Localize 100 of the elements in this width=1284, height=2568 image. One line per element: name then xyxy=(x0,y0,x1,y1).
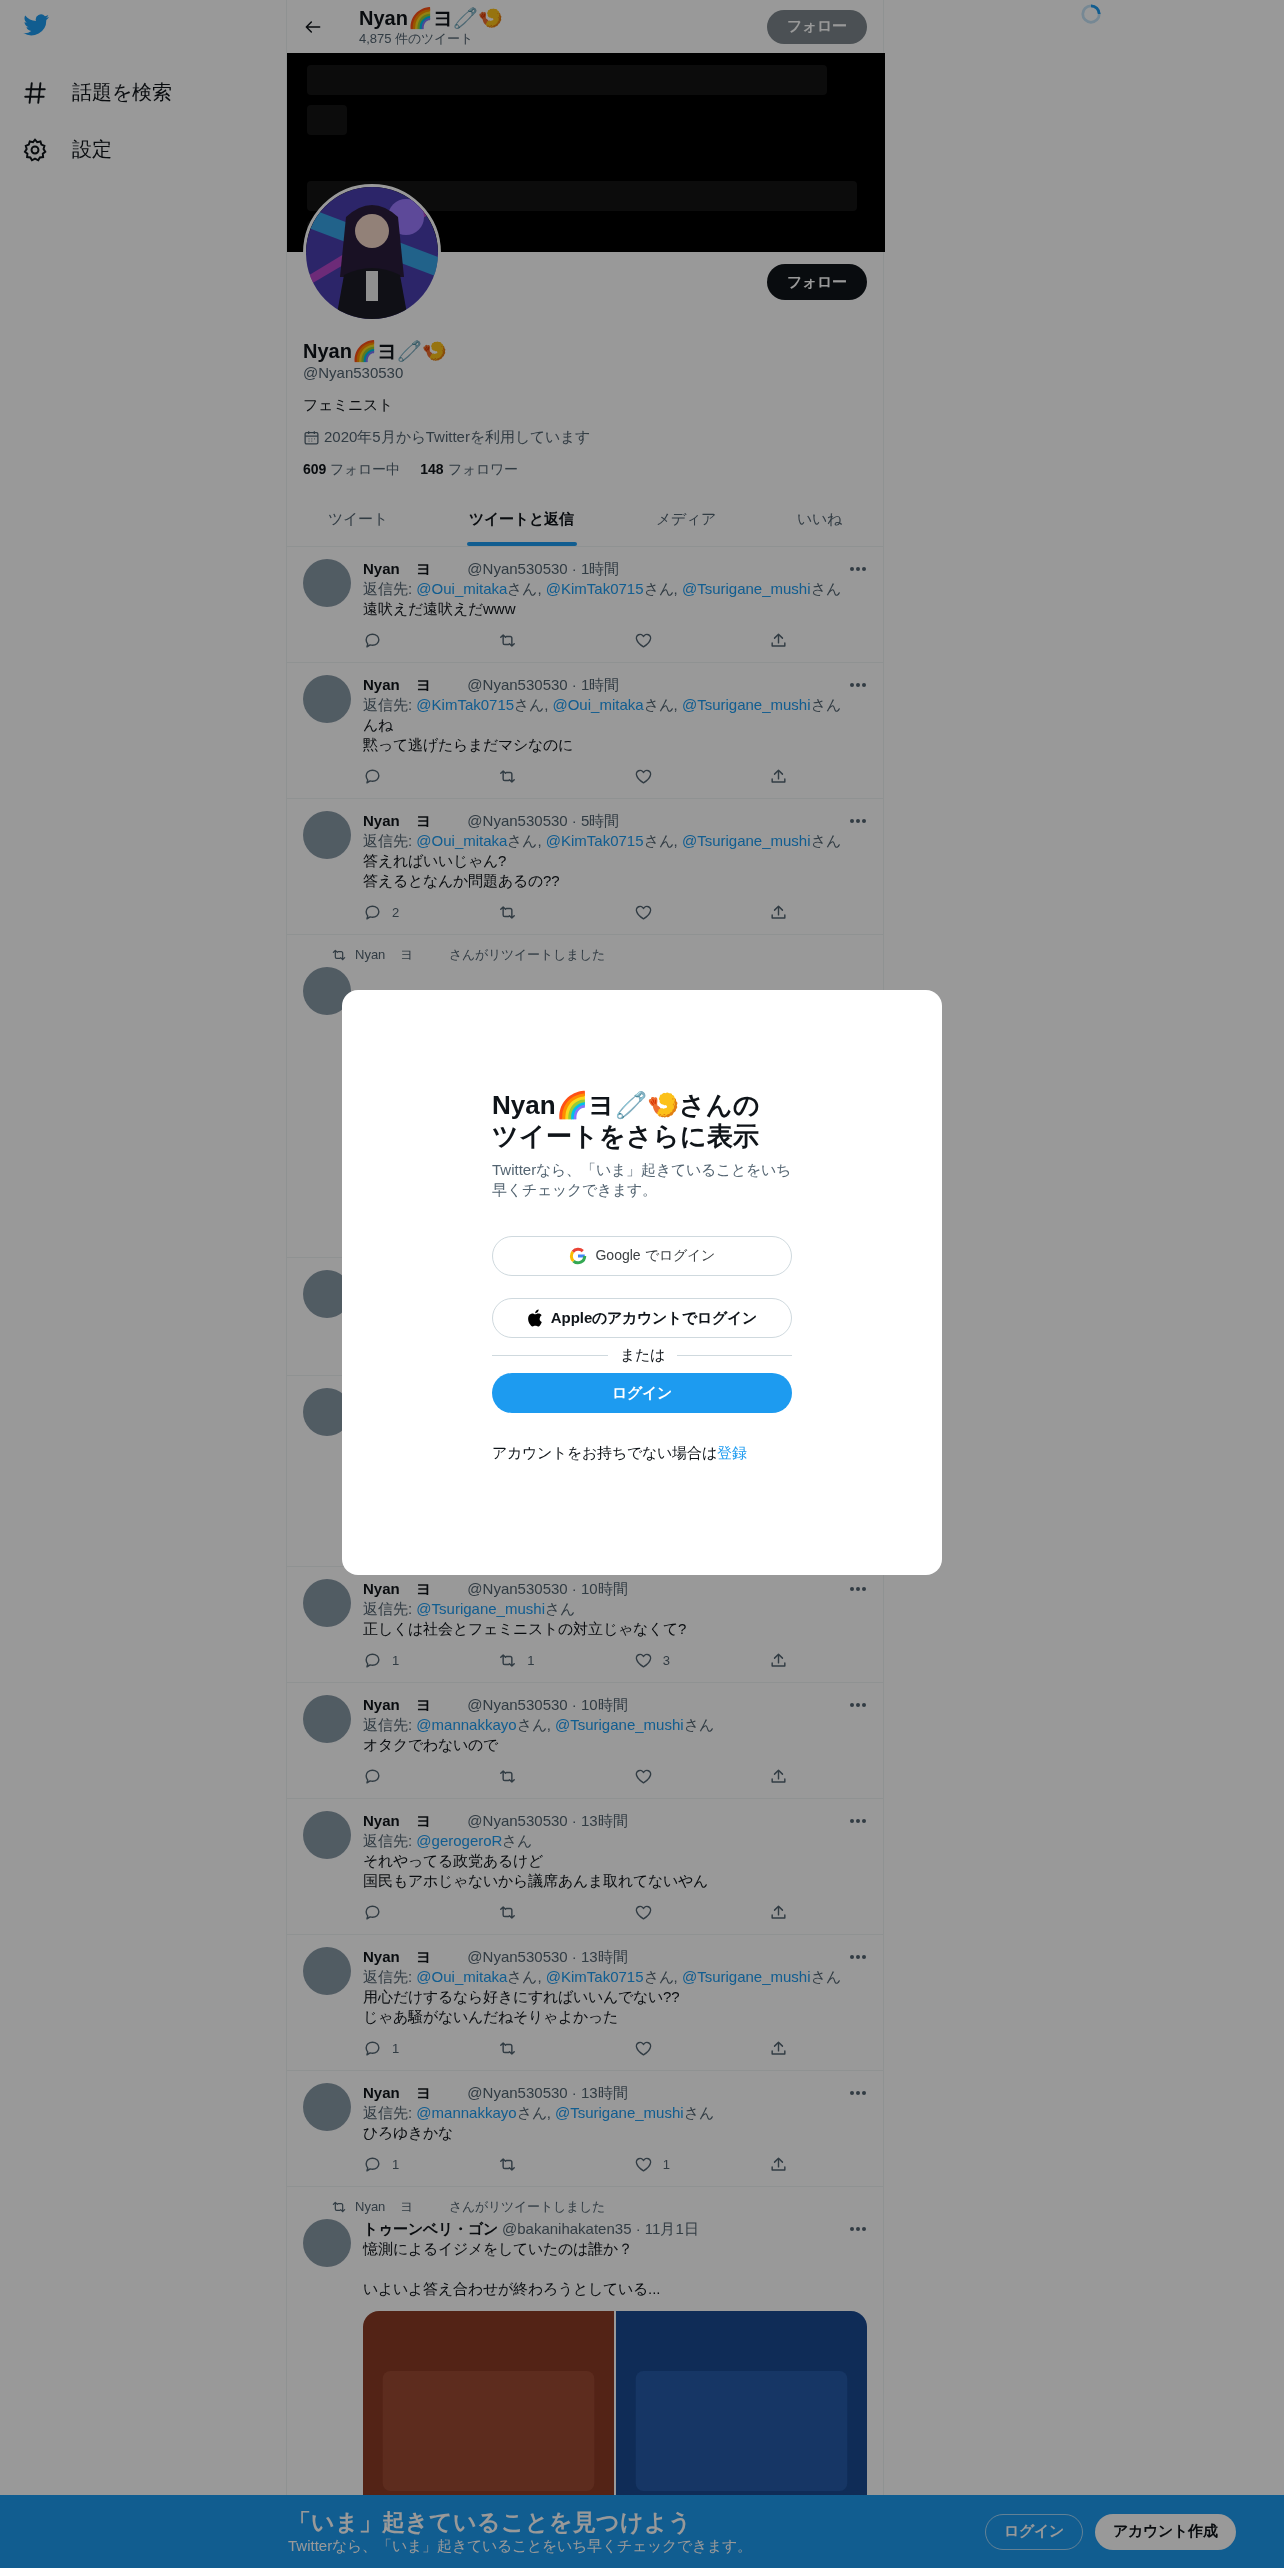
apple-login-button[interactable]: Appleのアカウントでログイン xyxy=(492,1298,792,1338)
more-icon[interactable] xyxy=(849,2090,867,2096)
tweet-text: オタクでわないので xyxy=(363,1735,499,1755)
count: 1 xyxy=(527,1653,535,1668)
tweet-meta: @Nyan530530 · 10時間 xyxy=(467,1695,629,1715)
author-name: Nyan ヨ xyxy=(363,811,432,831)
mention-link[interactable]: @Tsurigane_mushi xyxy=(681,696,811,713)
more-icon[interactable] xyxy=(849,1818,867,1824)
tweet-text: 国民もアホじゃないから議席あんま取れてないやん xyxy=(363,1871,709,1891)
author-name: Nyan ヨ xyxy=(363,1811,432,1831)
retweet-icon xyxy=(498,767,518,786)
mention-link[interactable]: @mannakkayo xyxy=(416,2104,517,2121)
like-icon xyxy=(633,767,653,786)
more-icon[interactable] xyxy=(849,2226,867,2232)
like-icon xyxy=(633,1767,653,1786)
tweet-text: じゃあ騒がないんだねそりゃよかった xyxy=(363,2007,619,2027)
followers-link[interactable]: 148 フォロワー xyxy=(420,459,518,479)
tweet-meta: @Nyan530530 · 13時間 xyxy=(467,1947,629,1967)
mention-link[interactable]: @KimTak0715 xyxy=(545,580,644,597)
reply-icon xyxy=(363,2155,382,2174)
following-link[interactable]: 609 フォロー中 xyxy=(303,459,401,479)
mention-link[interactable]: @KimTak0715 xyxy=(545,832,644,849)
bird-logo-icon[interactable] xyxy=(22,14,50,38)
more-icon[interactable] xyxy=(849,1586,867,1592)
share-icon xyxy=(769,1651,788,1670)
more-icon[interactable] xyxy=(849,818,867,824)
author-name: トゥーンベリ・ゴン xyxy=(363,2219,498,2239)
retweet-icon xyxy=(498,1767,518,1786)
mention-link[interactable]: @gerogeroR xyxy=(416,1832,503,1849)
reply-to-line: 返信先: @mannakkayoさん, @Tsurigane_mushiさん xyxy=(363,1715,715,1735)
tweet-text: 憶測によるイジメをしていたのは誰か？ xyxy=(363,2239,634,2259)
google-login-button[interactable]: Google でログイン xyxy=(492,1236,792,1276)
reply-icon xyxy=(363,631,382,650)
signup-link[interactable]: 登録 xyxy=(717,1444,747,1461)
author-name: Nyan ヨ xyxy=(363,1695,432,1715)
follow-button[interactable]: フォロー xyxy=(767,264,867,300)
count: 1 xyxy=(662,2157,670,2172)
profile-tab[interactable]: メディア xyxy=(615,493,757,546)
count: 1 xyxy=(392,2157,400,2172)
tweet-meta: @Nyan530530 · 5時間 xyxy=(467,811,621,831)
tweet-text: それやってる政党あるけど xyxy=(363,1851,544,1871)
login-button[interactable]: ログイン xyxy=(492,1373,792,1413)
divider-label: または xyxy=(619,1346,665,1365)
author-name: Nyan ヨ xyxy=(363,1947,432,1967)
tweet-meta: @bakanihakaten35 · 11月1日 xyxy=(502,2219,700,2239)
like-icon xyxy=(633,631,653,650)
tweet-text: ひろゆきかな xyxy=(363,2123,454,2143)
avatar[interactable] xyxy=(303,967,351,1015)
mention-link[interactable]: @Oui_mitaka xyxy=(552,696,644,713)
hashtag-icon xyxy=(22,79,48,106)
reply-icon xyxy=(363,903,382,922)
retweet-icon xyxy=(498,1651,518,1670)
tweet-text: いよいよ答え合わせが終わろうとしている... xyxy=(363,2279,662,2299)
sidebar-item[interactable]: 設定 xyxy=(72,136,112,163)
retweet-note: さんがリツイートしました xyxy=(448,2198,605,2216)
retweet-icon xyxy=(331,947,347,963)
tweet-text: 答えればいいじゃん? xyxy=(363,851,508,871)
tweet-text: 遠吠えだ遠吠えだwww xyxy=(363,599,517,619)
tweet-text: 用心だけするなら好きにすればいいんでない?? xyxy=(363,1987,681,2007)
like-icon xyxy=(633,1903,653,1922)
profile-tab[interactable]: ツイートと返信 xyxy=(428,493,615,546)
join-date: 2020年5月からTwitterを利用しています xyxy=(324,427,590,447)
author-name: Nyan ヨ xyxy=(363,559,432,579)
follow-button[interactable]: フォロー xyxy=(767,9,867,44)
more-icon[interactable] xyxy=(849,1954,867,1960)
sidebar-item[interactable]: 話題を検索 xyxy=(72,79,172,106)
mention-link[interactable]: @Tsurigane_mushi xyxy=(681,832,811,849)
mention-link[interactable]: @KimTak0715 xyxy=(416,696,515,713)
retweet-icon xyxy=(498,2155,518,2174)
mention-link[interactable]: @mannakkayo xyxy=(416,1716,517,1733)
profile-tab[interactable]: いいね xyxy=(756,493,883,546)
retweet-icon xyxy=(331,2199,347,2215)
mention-link[interactable]: @Tsurigane_mushi xyxy=(681,1968,811,1985)
mention-link[interactable]: @Oui_mitaka xyxy=(416,580,508,597)
profile-tab[interactable]: ツイート xyxy=(287,493,429,546)
reply-icon xyxy=(363,1767,382,1786)
share-icon xyxy=(769,2155,788,2174)
reply-to-line: 返信先: @mannakkayoさん, @Tsurigane_mushiさん xyxy=(363,2103,715,2123)
more-icon[interactable] xyxy=(849,682,867,688)
more-icon[interactable] xyxy=(849,1702,867,1708)
google-g-icon xyxy=(569,1247,588,1265)
mention-link[interactable]: @Tsurigane_mushi xyxy=(554,1716,684,1733)
retweet-icon xyxy=(498,1903,518,1922)
tweet-text: 正しくは社会とフェミニストの対立じゃなくて? xyxy=(363,1619,688,1639)
reply-to-line: 返信先: @Tsurigane_mushiさん xyxy=(363,1599,576,1619)
dialog-title: Nyan🌈ヨ🧷🍤さんのツイートをさらに表示 xyxy=(492,1090,761,1152)
apple-icon xyxy=(526,1309,543,1327)
mention-link[interactable]: @Tsurigane_mushi xyxy=(554,2104,684,2121)
reply-to-line: 返信先: @Oui_mitakaさん, @KimTak0715さん, @Tsurigane_mushiさん xyxy=(363,579,842,599)
share-icon xyxy=(769,903,788,922)
mention-link[interactable]: @Tsurigane_mushi xyxy=(681,580,811,597)
more-icon[interactable] xyxy=(849,566,867,572)
signup-button[interactable]: アカウント作成 xyxy=(1095,2513,1236,2550)
count: 2 xyxy=(392,905,400,920)
profile-handle: @Nyan530530 xyxy=(303,363,404,383)
mention-link[interactable]: @Oui_mitaka xyxy=(416,1968,508,1985)
profile-bio: フェミニスト xyxy=(303,395,393,415)
mention-link[interactable]: @Oui_mitaka xyxy=(416,832,508,849)
mention-link[interactable]: @Tsurigane_mushi xyxy=(416,1600,545,1617)
mention-link[interactable]: @KimTak0715 xyxy=(545,1968,644,1985)
